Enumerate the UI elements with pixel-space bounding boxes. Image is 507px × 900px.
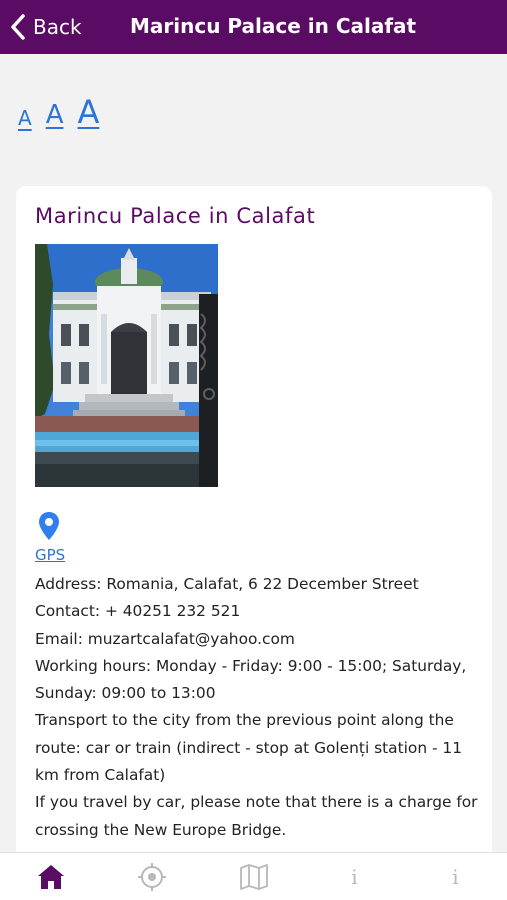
bottom-tab-bar: i i <box>0 852 507 900</box>
tab-map[interactable] <box>203 853 304 900</box>
place-info: Address: Romania, Calafat, 6 22 December… <box>35 571 480 844</box>
font-size-controls: A A A <box>18 96 113 128</box>
email-text: Email: muzartcalafat@yahoo.com <box>35 629 295 648</box>
card-title: Marincu Palace in Calafat <box>35 204 316 228</box>
tab-info-2[interactable]: i <box>405 853 506 900</box>
location-target-icon <box>137 863 166 891</box>
working-hours-text: Working hours: Monday - Friday: 9:00 - 1… <box>35 656 467 703</box>
font-size-small-button[interactable]: A <box>18 108 32 128</box>
font-size-large-button[interactable]: A <box>77 96 99 128</box>
top-nav-bar: Back Marincu Palace in Calafat <box>0 0 507 54</box>
car-note-text: If you travel by car, please note that t… <box>35 793 478 839</box>
back-label: Back <box>33 15 82 39</box>
info-icon: i <box>452 865 459 889</box>
info-icon: i <box>351 865 358 889</box>
tab-location[interactable] <box>101 853 202 900</box>
font-size-medium-button[interactable]: A <box>46 102 64 128</box>
home-icon <box>37 865 64 889</box>
contact-text: Contact: + 40251 232 521 <box>35 602 241 621</box>
content-card: Marincu Palace in Calafat GPS Address: R… <box>16 186 492 866</box>
chevron-left-icon <box>11 14 25 40</box>
page-title: Marincu Palace in Calafat <box>130 14 417 38</box>
tab-info-1[interactable]: i <box>304 853 405 900</box>
tab-home[interactable] <box>0 853 101 900</box>
palace-photo[interactable] <box>35 244 218 487</box>
gps-link[interactable]: GPS <box>35 546 65 564</box>
map-pin-icon[interactable] <box>38 511 60 541</box>
back-button[interactable]: Back <box>10 12 82 42</box>
map-icon <box>239 864 268 890</box>
transport-text: Transport to the city from the previous … <box>35 711 462 785</box>
address-text: Address: Romania, Calafat, 6 22 December… <box>35 575 419 593</box>
